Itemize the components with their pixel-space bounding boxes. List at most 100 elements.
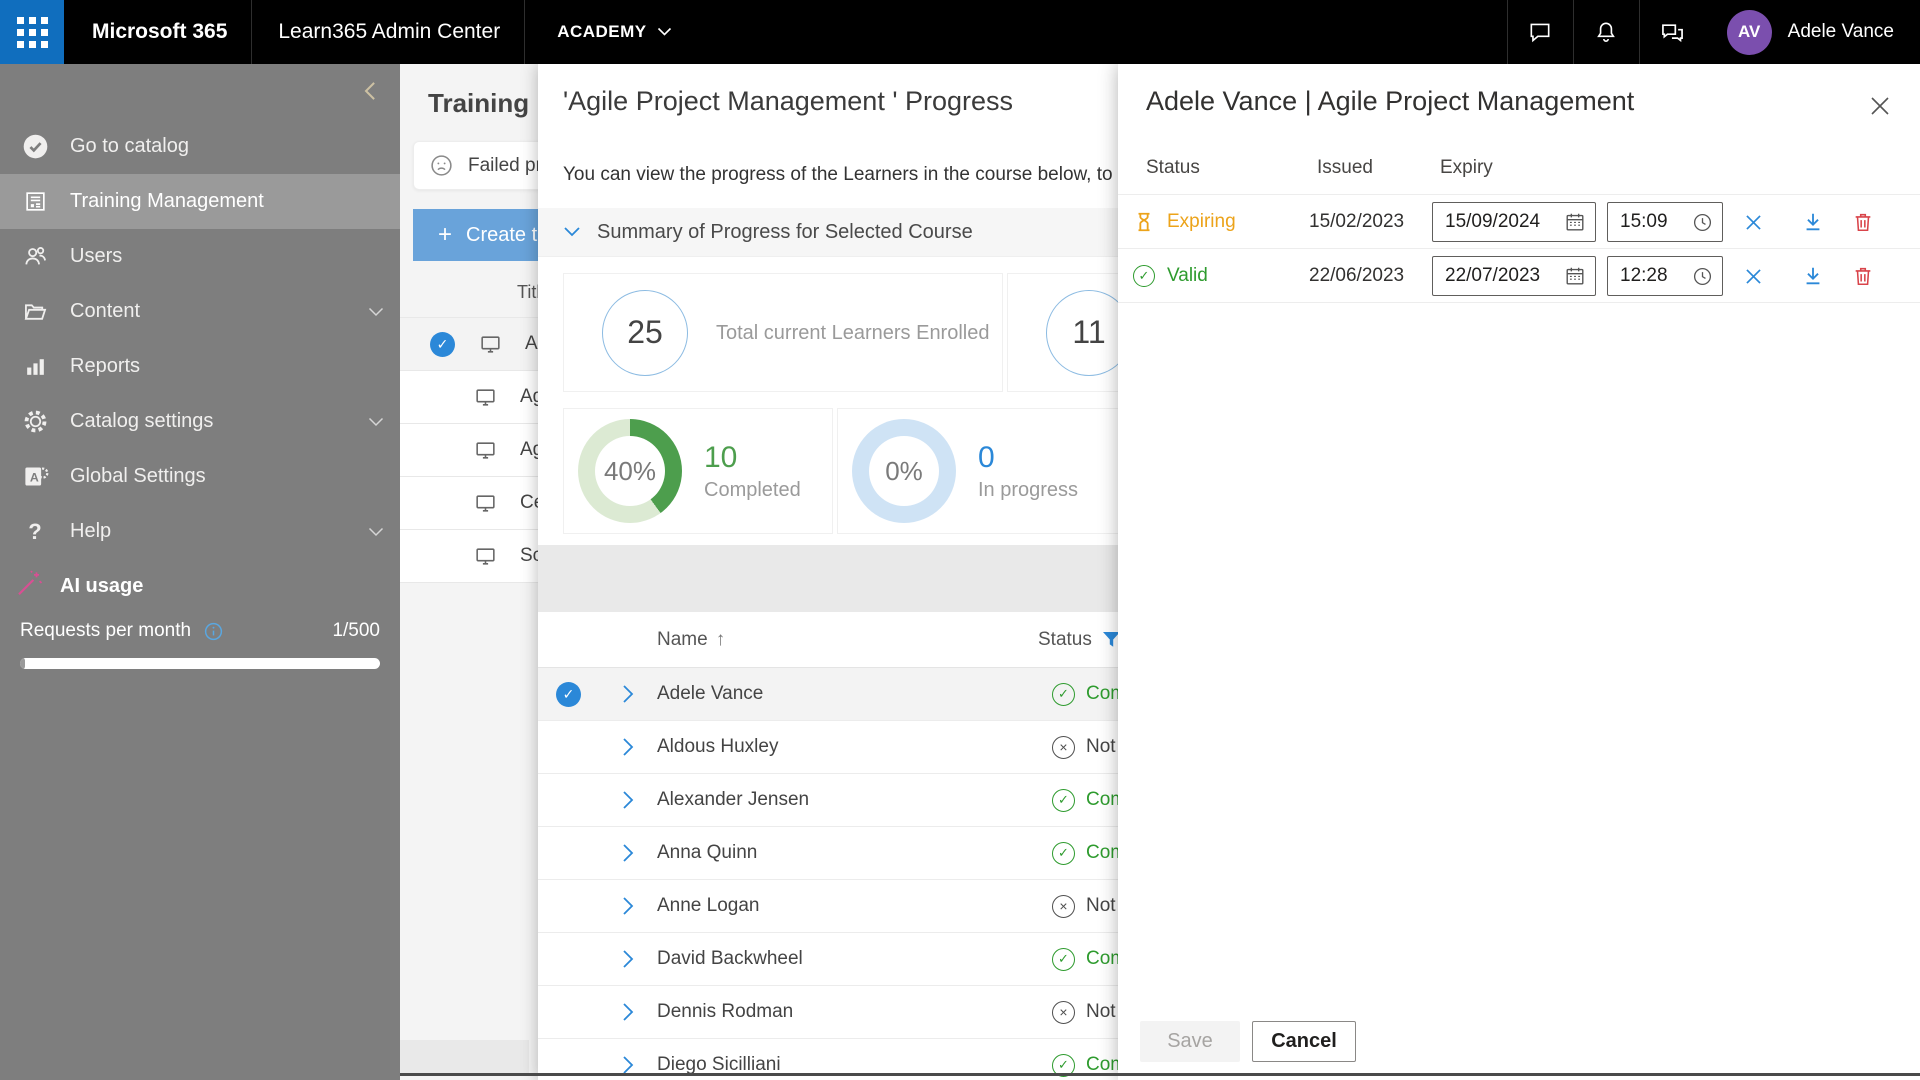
completed-donut-card: 40% 10 Completed [563,408,833,534]
chevron-down-icon [563,226,581,238]
delete-certificate-button[interactable] [1846,249,1880,303]
cancel-button[interactable]: Cancel [1252,1021,1356,1062]
name-column-header[interactable]: Name ↑ [657,629,725,651]
selected-check-icon: ✓ [556,681,581,707]
status-not-started-icon: × [1052,735,1075,759]
sidebar-collapse-button[interactable] [356,76,386,106]
monitor-icon [473,438,498,463]
brand-title[interactable]: Microsoft 365 [92,20,227,44]
horizontal-scrollbar[interactable] [400,1040,529,1074]
expiry-time-input[interactable] [1608,211,1692,233]
clock-icon[interactable] [1692,266,1713,287]
chevron-right-icon[interactable] [622,1055,634,1075]
issued-header: Issued [1317,157,1373,178]
waffle-icon [16,16,48,48]
sidebar-item-training-management[interactable]: Training Management [0,174,400,229]
requests-progress-fill [20,658,26,669]
status-completed-icon: ✓ [1052,947,1075,971]
viewport-bottom-edge [400,1073,1920,1076]
trash-icon [1855,267,1871,286]
clock-icon[interactable] [1692,212,1713,233]
delete-certificate-button[interactable] [1846,195,1880,249]
enrolled-label: Total current Learners Enrolled [716,321,990,344]
topbar-actions: AV Adele Vance [1506,0,1920,64]
app-window: Microsoft 365 Learn365 Admin Center ACAD… [0,0,1920,1080]
plus-icon: + [438,221,453,248]
close-button[interactable] [1864,90,1896,122]
x-icon [1745,214,1761,230]
sort-ascending-icon: ↑ [715,628,726,650]
monitor-icon [473,491,498,516]
expiry-header: Expiry [1440,157,1493,178]
go-to-catalog-icon [20,133,50,160]
expiry-date-input[interactable] [1433,265,1564,287]
certificate-status: Valid [1167,265,1208,286]
chevron-right-icon[interactable] [622,896,634,916]
tenant-menu[interactable]: ACADEMY [557,22,671,42]
admin-app-icon: A [20,463,50,490]
monitor-icon [478,332,503,357]
app-title[interactable]: Learn365 Admin Center [278,20,500,44]
clear-expiry-button[interactable] [1736,195,1770,249]
download-icon [1806,213,1820,231]
chevron-right-icon[interactable] [622,949,634,969]
expiry-time-field [1607,256,1723,296]
requests-value: 1/500 [332,620,380,641]
detail-table-header: Status Issued Expiry [1118,157,1920,194]
calendar-icon[interactable] [1564,265,1586,287]
summary-section-label: Summary of Progress for Selected Course [597,220,973,243]
status-completed-icon: ✓ [1052,682,1075,706]
sidebar-item-users[interactable]: Users [0,229,400,284]
chevron-right-icon[interactable] [622,790,634,810]
hourglass-icon [1138,212,1150,232]
chat-button[interactable] [1506,0,1573,64]
calendar-icon[interactable] [1564,211,1586,233]
x-icon [1745,268,1761,284]
chevron-right-icon[interactable] [622,843,634,863]
inprogress-donut-chart: 0% [852,419,956,523]
status-column-header[interactable]: Status [1038,629,1121,651]
app-launcher-button[interactable] [0,0,64,64]
certificate-row: ✓ Valid 22/06/2023 [1118,248,1920,302]
training-management-icon [20,189,50,214]
users-icon [20,243,50,270]
sidebar-item-help[interactable]: ? Help [0,504,400,559]
expiry-time-input[interactable] [1608,265,1692,287]
title-column-header: Titl [517,282,541,302]
sidebar-item-ai-usage[interactable]: AI usage [0,564,400,608]
inprogress-label: In progress [978,478,1079,501]
completed-donut-chart: 40% [578,419,682,523]
download-certificate-button[interactable] [1796,249,1830,303]
download-certificate-button[interactable] [1796,195,1830,249]
requests-per-month-row: Requests per month 1/500 [20,620,380,642]
stat-card-enrolled: 25 Total current Learners Enrolled [563,273,1003,392]
notifications-button[interactable] [1572,0,1639,64]
inprogress-percent: 0% [885,455,923,486]
avatar[interactable]: AV [1726,9,1772,55]
sidebar-item-reports[interactable]: Reports [0,339,400,394]
requests-progress-bar [20,658,380,669]
info-icon[interactable] [203,621,224,642]
chevron-right-icon[interactable] [622,1002,634,1022]
certificate-detail-panel: Adele Vance | Agile Project Management S… [1118,64,1920,1080]
magic-wand-icon [14,568,48,604]
user-name[interactable]: Adele Vance [1788,21,1894,43]
close-icon [1871,97,1889,115]
clear-expiry-button[interactable] [1736,249,1770,303]
requests-label: Requests per month [20,620,192,641]
sidebar-item-go-to-catalog[interactable]: Go to catalog [0,119,400,174]
sidebar-item-catalog-settings[interactable]: Catalog settings [0,394,400,449]
question-icon: ? [28,518,42,544]
feedback-button[interactable] [1638,0,1705,64]
chevron-right-icon[interactable] [622,737,634,757]
sidebar-nav: Go to catalog Training Management Users … [0,64,400,1080]
valid-check-icon: ✓ [1133,265,1155,287]
expiry-date-input[interactable] [1433,211,1564,233]
sidebar-item-content[interactable]: Content [0,284,400,339]
inprogress-count: 0 [978,440,995,474]
status-completed-icon: ✓ [1052,841,1075,865]
tenant-label: ACADEMY [557,22,647,41]
chevron-right-icon[interactable] [622,684,634,704]
save-button[interactable]: Save [1140,1021,1240,1062]
sidebar-item-global-settings[interactable]: A Global Settings [0,449,400,504]
